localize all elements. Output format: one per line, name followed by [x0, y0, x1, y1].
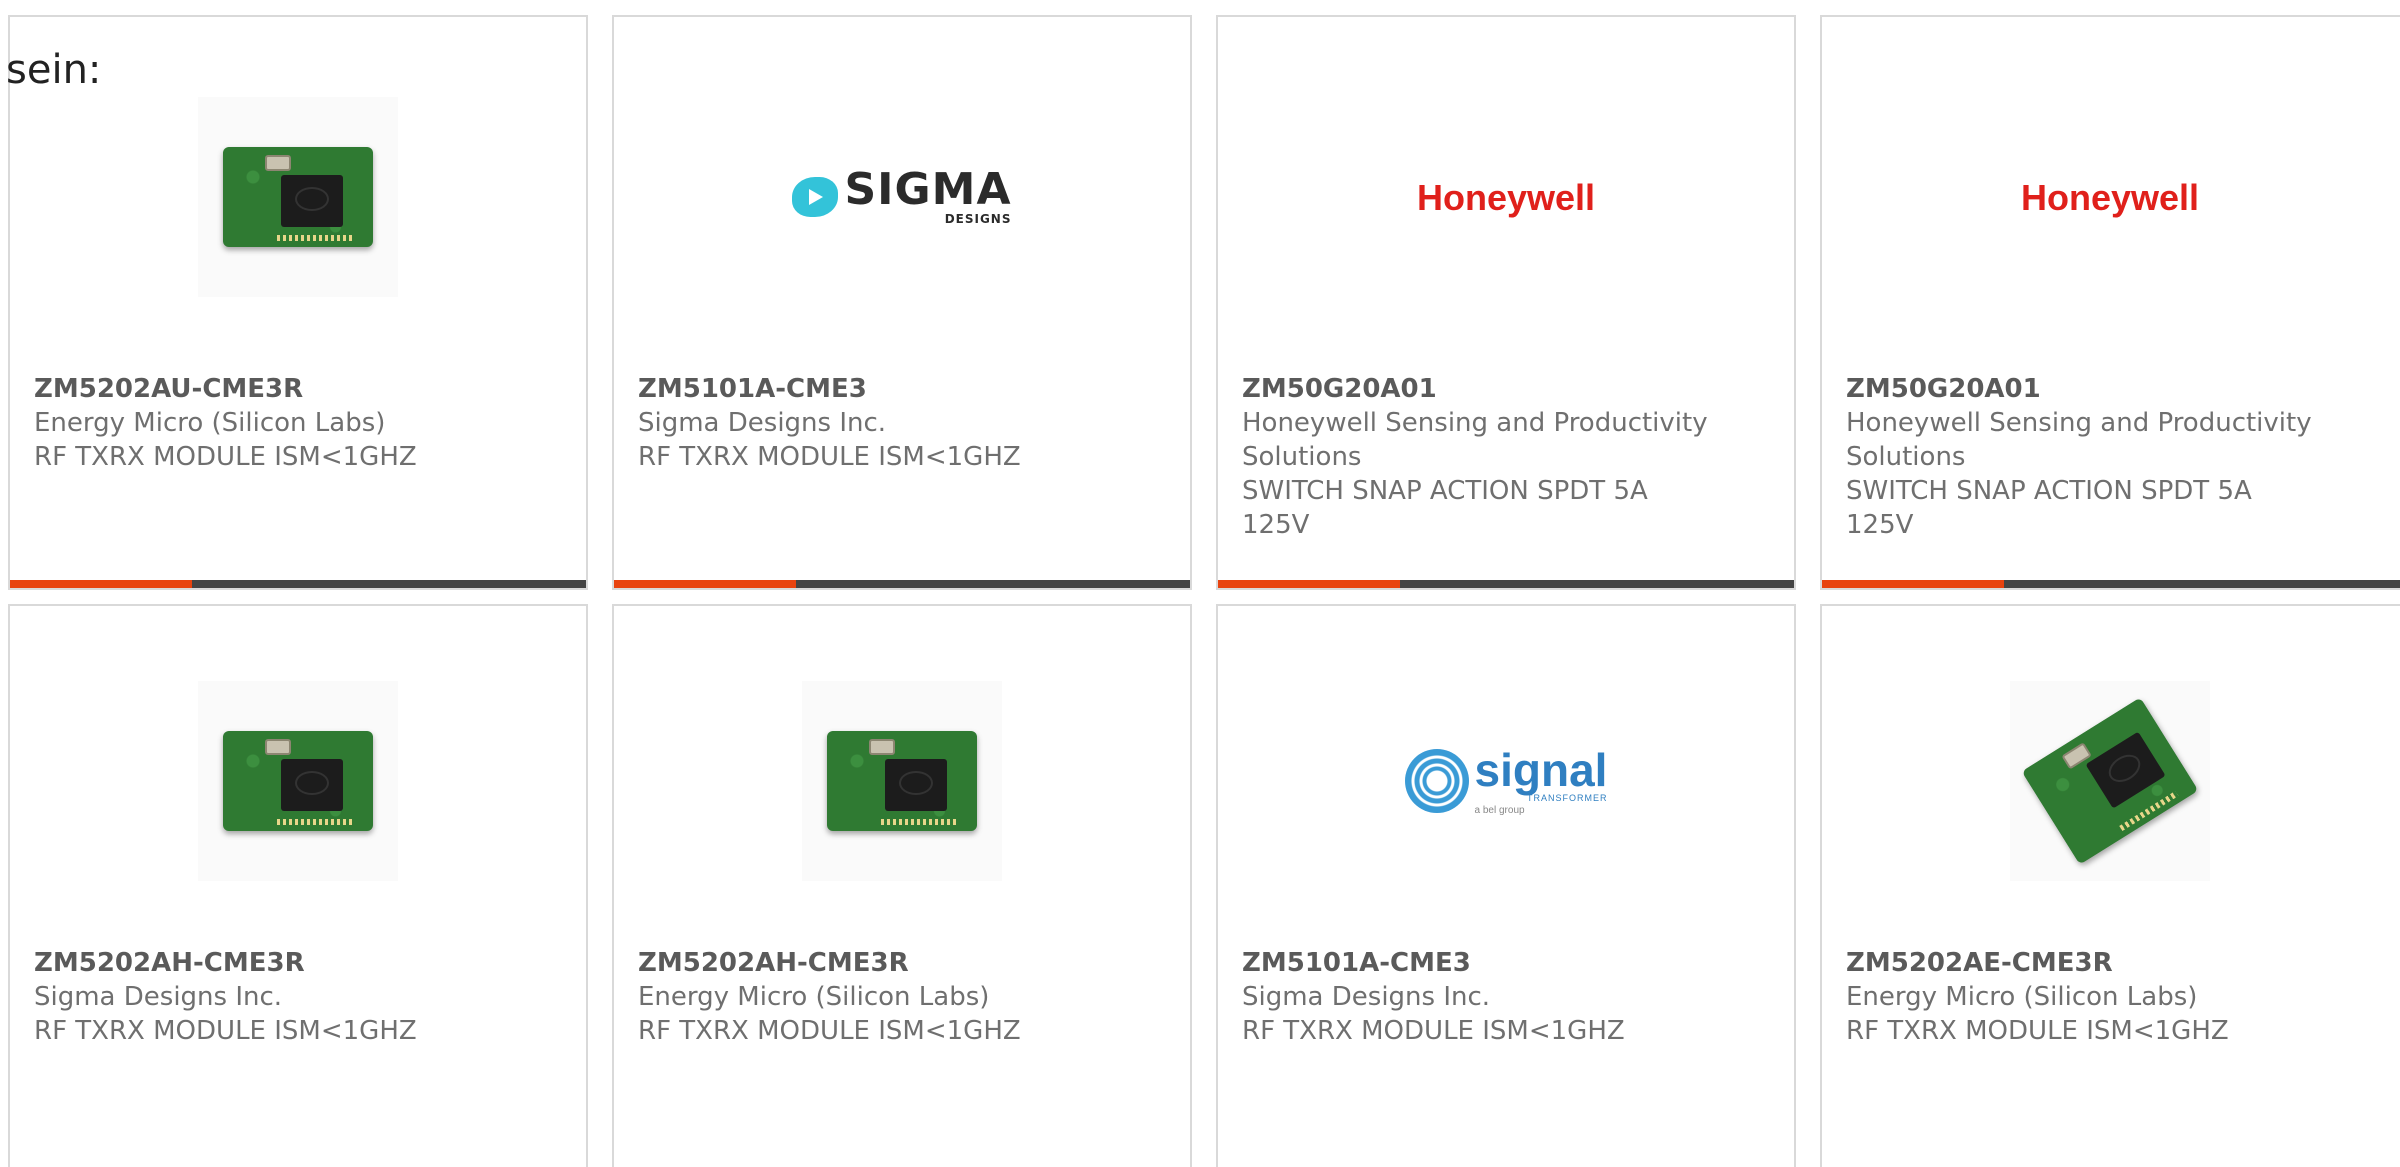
product-image[interactable]	[614, 671, 1190, 891]
description: RF TXRX MODULE ISM<1GHZ	[1242, 1016, 1625, 1046]
burst-icon	[1404, 749, 1469, 813]
product-card[interactable]: signal TRANSFORMER a bel group ZM5101A-C…	[1216, 604, 1796, 1167]
description: RF TXRX MODULE ISM<1GHZ	[34, 1016, 417, 1046]
description: RF TXRX MODULE ISM<1GHZ	[638, 1016, 1021, 1046]
honeywell-logo: Honeywell	[2020, 177, 2200, 218]
sigma-designs-logo: SIGMA DESIGNS	[792, 168, 1011, 226]
card-bar	[614, 580, 1190, 588]
part-number[interactable]: ZM5202AH-CME3R	[34, 946, 562, 980]
card-bar	[1822, 580, 2400, 588]
honeywell-logo: Honeywell	[1416, 177, 1596, 218]
card-bar-accent	[1218, 580, 1400, 588]
manufacturer: Sigma Designs Inc.	[34, 982, 283, 1012]
part-number[interactable]: ZM50G20A01	[1846, 372, 2384, 406]
product-image[interactable]	[10, 671, 586, 891]
manufacturer: Sigma Designs Inc.	[1242, 982, 1491, 1012]
part-number[interactable]: ZM5101A-CME3	[638, 372, 1166, 406]
product-image[interactable]: Honeywell	[1218, 87, 1794, 312]
product-card[interactable]: ZM5202AH-CME3R Energy Micro (Silicon Lab…	[612, 604, 1192, 1167]
manufacturer: Honeywell Sensing and Productivity Solut…	[1242, 408, 1708, 472]
description: RF TXRX MODULE ISM<1GHZ	[34, 442, 417, 472]
card-bar-accent	[614, 580, 796, 588]
card-bar-accent	[1822, 580, 2004, 588]
product-card[interactable]: SIGMA DESIGNS ZM5101A-CME3 Sigma Designs…	[612, 15, 1192, 590]
part-number[interactable]: ZM5202AU-CME3R	[34, 372, 562, 406]
product-image[interactable]: SIGMA DESIGNS	[614, 87, 1190, 307]
part-number[interactable]: ZM5202AE-CME3R	[1846, 946, 2384, 980]
play-icon	[792, 177, 839, 217]
manufacturer: Honeywell Sensing and Productivity Solut…	[1846, 408, 2312, 472]
product-card[interactable]: ZM5202AU-CME3R Energy Micro (Silicon Lab…	[8, 15, 588, 590]
product-image[interactable]: Honeywell	[1822, 87, 2398, 307]
part-number[interactable]: ZM5202AH-CME3R	[638, 946, 1166, 980]
signal-transformer-logo: signal TRANSFORMER a bel group	[1404, 747, 1607, 816]
description: SWITCH SNAP ACTION SPDT 5A 125V	[1846, 476, 2252, 540]
description: SWITCH SNAP ACTION SPDT 5A 125V	[1242, 476, 1648, 540]
description: RF TXRX MODULE ISM<1GHZ	[638, 442, 1021, 472]
product-card[interactable]: Honeywell ZM50G20A01 Honeywell Sensing a…	[1820, 15, 2400, 590]
product-image[interactable]	[10, 87, 586, 307]
manufacturer: Energy Micro (Silicon Labs)	[1846, 982, 2198, 1012]
manufacturer: Energy Micro (Silicon Labs)	[638, 982, 990, 1012]
product-image[interactable]: signal TRANSFORMER a bel group	[1218, 671, 1794, 891]
card-bar	[10, 580, 586, 588]
manufacturer: Energy Micro (Silicon Labs)	[34, 408, 386, 438]
product-card[interactable]: Honeywell ZM50G20A01 Honeywell Sensing a…	[1216, 15, 1796, 590]
card-bar	[1218, 580, 1794, 588]
product-card[interactable]: ZM5202AH-CME3R Sigma Designs Inc. RF TXR…	[8, 604, 588, 1167]
intro-text: sein:	[6, 47, 102, 93]
part-number[interactable]: ZM50G20A01	[1242, 372, 1770, 406]
card-bar-accent	[10, 580, 192, 588]
product-card[interactable]: ZM5202AE-CME3R Energy Micro (Silicon Lab…	[1820, 604, 2400, 1167]
description: RF TXRX MODULE ISM<1GHZ	[1846, 1016, 2229, 1046]
product-image[interactable]	[1822, 671, 2398, 891]
part-number[interactable]: ZM5101A-CME3	[1242, 946, 1770, 980]
manufacturer: Sigma Designs Inc.	[638, 408, 887, 438]
